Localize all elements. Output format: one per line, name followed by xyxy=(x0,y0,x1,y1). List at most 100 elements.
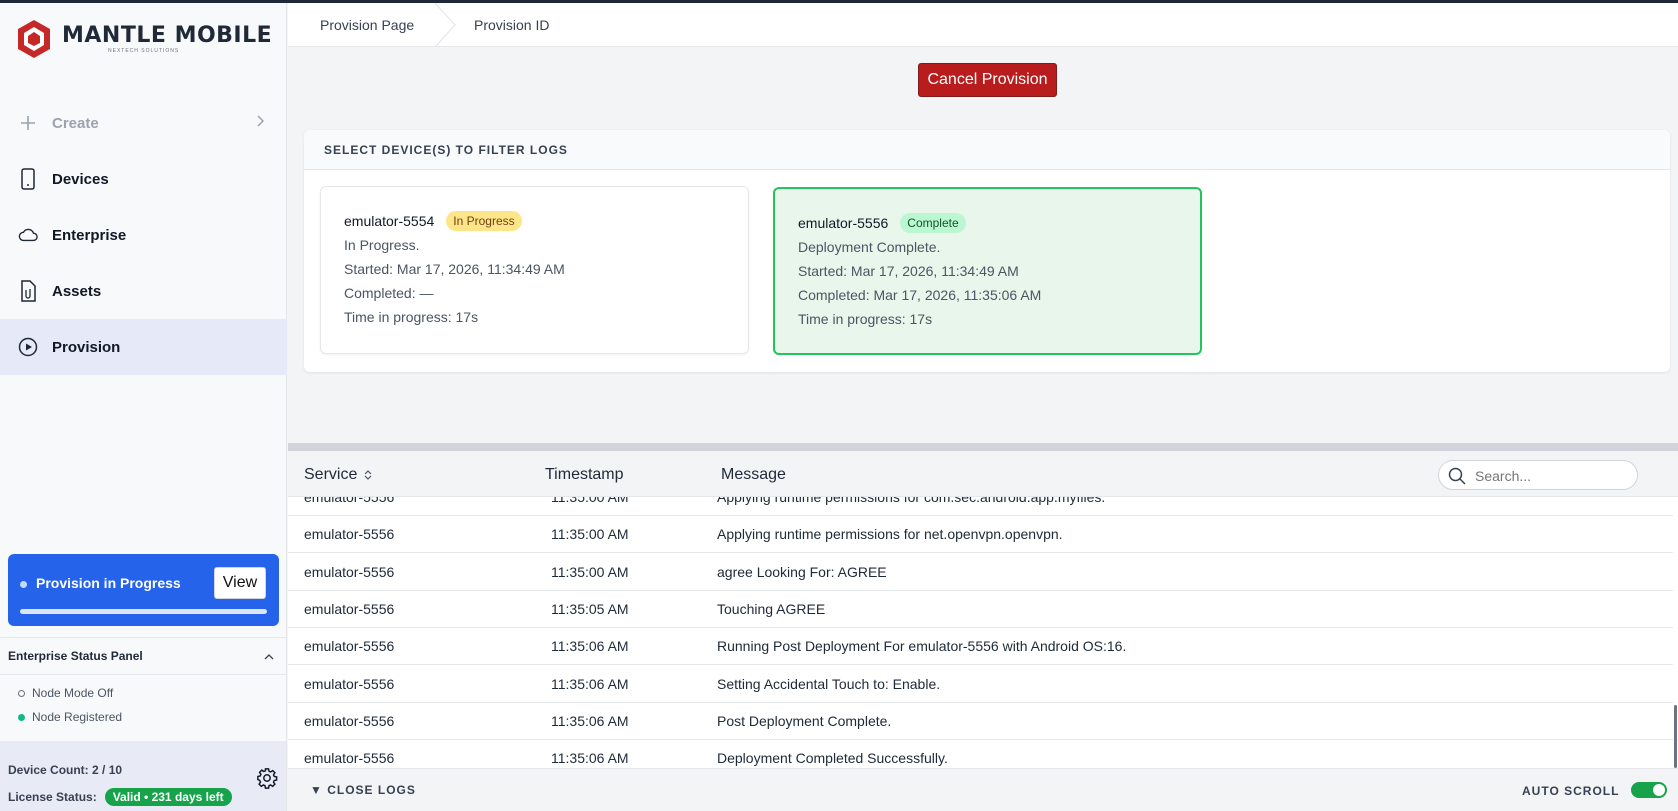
log-message: Deployment Completed Successfully. xyxy=(717,750,948,767)
plus-icon xyxy=(18,113,38,133)
provision-progress-label: Provision in Progress xyxy=(36,575,181,591)
device-started: Started: Mar 17, 2026, 11:34:49 AM xyxy=(344,261,565,277)
table-row[interactable]: emulator-5556 11:35:00 AM Applying runtime… xyxy=(288,516,1673,554)
license-badge: Valid • 231 days left xyxy=(104,788,232,806)
sidebar-item-provision[interactable]: Provision xyxy=(0,319,287,375)
brand-logo[interactable]: MANTLE MOBILE NEXTECH SOLUTIONS xyxy=(16,19,272,59)
status-badge: Complete xyxy=(900,213,966,233)
progress-fill xyxy=(20,609,267,614)
enterprise-status-panel: Enterprise Status Panel Node Mode Off No… xyxy=(0,637,286,733)
log-message: Setting Accidental Touch to: Enable. xyxy=(717,675,941,692)
logs-footer: ▼ CLOSE LOGS AUTO SCROLL xyxy=(288,768,1678,811)
status-panel-header[interactable]: Enterprise Status Panel xyxy=(0,637,286,675)
chevron-right-icon xyxy=(257,115,265,127)
breadcrumb-provision-page[interactable]: Provision Page xyxy=(288,3,440,47)
cancel-provision-button[interactable]: Cancel Provision xyxy=(918,63,1057,97)
status-dot-off-icon xyxy=(18,689,25,697)
progress-dot xyxy=(20,581,27,588)
chevron-up-icon xyxy=(264,654,274,660)
breadcrumb: Provision Page Provision ID xyxy=(288,3,1678,47)
search-icon xyxy=(1448,467,1466,485)
log-timestamp: 11:35:06 AM xyxy=(551,638,629,655)
device-card-emulator-5554[interactable]: emulator-5554 In Progress In Progress. S… xyxy=(320,186,749,354)
column-message: Message xyxy=(721,466,786,483)
log-service: emulator-5556 xyxy=(304,675,395,692)
phone-icon xyxy=(18,168,38,190)
table-row[interactable]: emulator-5556 11:35:06 AM Post Deployment … xyxy=(288,703,1673,740)
license-footer: Device Count: 2 / 10 License Status: Val… xyxy=(0,741,286,811)
log-timestamp: 11:35:00 AM xyxy=(551,563,629,580)
status-panel-title: Enterprise Status Panel xyxy=(8,649,143,663)
log-timestamp: 11:35:06 AM xyxy=(551,675,629,692)
log-timestamp: 11:35:06 AM xyxy=(551,750,629,767)
document-icon xyxy=(18,280,38,302)
log-message: Post Deployment Complete. xyxy=(717,712,892,729)
log-message: Running Post Deployment For emulator-555… xyxy=(717,638,1127,655)
log-service: emulator-5556 xyxy=(304,638,395,655)
sidebar-item-label: Provision xyxy=(52,338,121,356)
sidebar-nav: Create Devices Enterprise Assets Provisi… xyxy=(0,95,287,375)
breadcrumb-provision-id[interactable]: Provision ID xyxy=(474,3,549,47)
log-timestamp: 11:35:06 AM xyxy=(551,712,629,729)
device-card-emulator-5556[interactable]: emulator-5556 Complete Deployment Comple… xyxy=(773,187,1202,355)
sidebar: MANTLE MOBILE NEXTECH SOLUTIONS Create D… xyxy=(0,3,287,811)
sidebar-item-label: Devices xyxy=(52,170,109,188)
device-name: emulator-5554 xyxy=(344,213,435,229)
device-completed: Completed: — xyxy=(344,285,434,301)
play-circle-icon xyxy=(18,337,38,357)
table-row[interactable]: emulator-5556 11:35:06 AM Deployment Compl… xyxy=(288,740,1673,768)
log-service: emulator-5556 xyxy=(304,526,395,543)
table-row[interactable]: emulator-5556 11:35:00 AM agree Looking Fo… xyxy=(288,554,1673,591)
auto-scroll-label: AUTO SCROLL xyxy=(1522,784,1620,798)
device-message: Deployment Complete. xyxy=(798,239,941,255)
table-row[interactable]: emulator-5556 11:35:05 AM Touching AGREE xyxy=(288,591,1673,628)
sidebar-item-label: Enterprise xyxy=(52,226,127,244)
device-filter-title: SELECT DEVICE(S) TO FILTER LOGS xyxy=(304,130,1670,170)
sidebar-item-create[interactable]: Create xyxy=(0,95,287,151)
auto-scroll-toggle[interactable] xyxy=(1631,782,1667,798)
search-input[interactable] xyxy=(1475,466,1625,486)
log-service: emulator-5556 xyxy=(304,600,395,617)
table-row[interactable]: emulator-5556 11:35:06 AM Setting Accident… xyxy=(288,666,1673,703)
device-started: Started: Mar 17, 2026, 11:34:49 AM xyxy=(798,263,1019,279)
gear-icon[interactable] xyxy=(256,767,278,789)
close-logs-button[interactable]: ▼ CLOSE LOGS xyxy=(310,783,416,797)
node-registered-status: Node Registered xyxy=(0,705,286,729)
status-dot-on-icon xyxy=(18,713,25,721)
license-status: License Status: Valid • 231 days left xyxy=(8,788,232,806)
breadcrumb-separator-icon xyxy=(434,3,456,47)
log-timestamp: 11:35:00 AM xyxy=(551,526,629,543)
device-completed: Completed: Mar 17, 2026, 11:35:06 AM xyxy=(798,287,1042,303)
logs-resize-handle[interactable] xyxy=(288,443,1678,451)
provision-progress-card: Provision in Progress View xyxy=(8,554,279,626)
sidebar-item-assets[interactable]: Assets xyxy=(0,263,287,319)
status-badge: In Progress xyxy=(446,211,522,231)
log-service: emulator-5556 xyxy=(304,497,395,505)
brand-tagline: NEXTECH SOLUTIONS xyxy=(108,48,180,54)
log-service: emulator-5556 xyxy=(304,712,395,729)
log-message: agree Looking For: AGREE xyxy=(717,563,887,580)
logs-table-header: Service Timestamp Message xyxy=(288,451,1678,497)
logs-table-body[interactable]: emulator-5556 11:35:06 AM Deployment Compl… xyxy=(288,497,1678,768)
column-service[interactable]: Service xyxy=(304,466,373,484)
view-provision-button[interactable]: View xyxy=(214,567,266,599)
brand-name: MANTLE MOBILE xyxy=(62,23,273,48)
cloud-icon xyxy=(18,225,38,245)
column-timestamp: Timestamp xyxy=(545,466,624,483)
table-row[interactable]: emulator-5556 11:35:00 AM Applying runtime… xyxy=(288,497,1673,516)
log-message: Applying runtime permissions for com.sec… xyxy=(717,497,1106,505)
sidebar-item-enterprise[interactable]: Enterprise xyxy=(0,207,287,263)
log-timestamp: 11:35:05 AM xyxy=(551,600,629,617)
node-mode-status: Node Mode Off xyxy=(0,681,286,705)
device-time: Time in progress: 17s xyxy=(344,309,479,325)
log-service: emulator-5556 xyxy=(304,563,395,580)
log-service: emulator-5556 xyxy=(304,750,395,767)
log-message: Touching AGREE xyxy=(717,600,826,617)
scrollbar[interactable] xyxy=(1674,705,1677,768)
sidebar-item-label: Create xyxy=(52,114,99,132)
sidebar-item-devices[interactable]: Devices xyxy=(0,151,287,207)
provision-progress-bar xyxy=(20,609,267,614)
table-row[interactable]: emulator-5556 11:35:06 AM Running Post Dep… xyxy=(288,628,1673,666)
logo-hexagon-icon xyxy=(18,20,50,58)
logs-search xyxy=(1438,460,1638,490)
